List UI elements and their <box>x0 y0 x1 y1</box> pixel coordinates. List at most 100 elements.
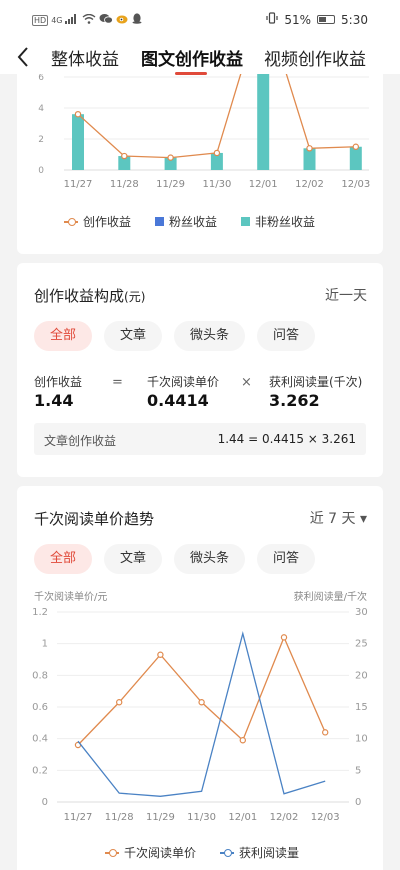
wechat-icon <box>99 13 114 27</box>
point-creation-income <box>352 143 359 150</box>
legend-label: 获利阅读量 <box>239 846 300 860</box>
income-value: 1.44 <box>34 391 74 410</box>
y-tick-label: 6 <box>38 73 44 83</box>
legend-item-price: 千次阅读单价 <box>105 844 196 861</box>
left-y-tick-label: 0.6 <box>32 702 48 713</box>
point-price <box>157 651 164 658</box>
legend-item-fans-income: 粉丝收益 <box>155 213 217 230</box>
x-tick-label: 11/30 <box>202 179 231 190</box>
chip-all[interactable]: 全部 <box>34 544 93 574</box>
back-button[interactable] <box>14 44 34 70</box>
article-income-detail: 文章创作收益 1.44 = 0.4415 × 3.261 <box>34 423 366 455</box>
tab-overall-income[interactable]: 整体收益 <box>51 45 119 70</box>
status-bar: HD 4G 51% 5:30 <box>0 0 400 40</box>
left-y-tick-label: 0.2 <box>32 765 48 776</box>
y-tick-label: 0 <box>38 166 44 176</box>
point-creation-income <box>306 145 313 152</box>
card-title: 创作收益构成(元) <box>34 285 145 306</box>
right-y-tick-label: 25 <box>355 639 368 650</box>
right-y-tick-label: 20 <box>355 670 368 681</box>
price-trend-card: 千次阅读单价趋势 近 7 天 ▾ 全部 文章 微头条 问答 千次阅读单价/元 获… <box>17 486 383 870</box>
price-chart-legend: 千次阅读单价 获利阅读量 <box>105 844 299 861</box>
legend-label: 粉丝收益 <box>169 215 218 229</box>
line-creation-income <box>77 70 356 159</box>
status-right: 51% 5:30 <box>266 12 368 27</box>
legend-item-creation-income: 创作收益 <box>64 213 131 230</box>
active-tab-indicator <box>175 72 207 75</box>
card-title-text: 创作收益构成 <box>34 287 125 305</box>
x-tick-label: 11/28 <box>110 179 139 190</box>
x-tick-label: 11/30 <box>187 812 216 823</box>
content-type-filter: 全部 文章 微头条 问答 <box>34 544 316 574</box>
detail-calculation: 1.44 = 0.4415 × 3.261 <box>217 432 356 446</box>
line-marker-icon <box>64 217 78 226</box>
chip-micro-post[interactable]: 微头条 <box>174 544 246 574</box>
y-tick-label: 2 <box>38 135 44 145</box>
qq-icon <box>132 13 142 27</box>
bar-nonfans-income <box>72 114 84 170</box>
x-tick-label: 11/29 <box>146 812 175 823</box>
legend-label: 非粉丝收益 <box>255 215 316 229</box>
legend-label: 千次阅读单价 <box>124 846 197 860</box>
income-formula: 创作收益 1.44 = 千次阅读单价 0.4414 × 获利阅读量(千次) 3.… <box>34 373 374 413</box>
wifi-icon <box>82 13 96 27</box>
reads-label: 获利阅读量(千次) <box>269 375 363 389</box>
vibrate-icon <box>266 12 278 27</box>
chip-article[interactable]: 文章 <box>104 321 163 351</box>
equals-sign: = <box>112 375 123 390</box>
right-y-tick-label: 5 <box>355 765 361 776</box>
chart-plot-group: 0 2 4 6 <box>38 70 369 176</box>
detail-label: 文章创作收益 <box>44 434 117 448</box>
tab-video-income[interactable]: 视频创作收益 <box>264 45 366 70</box>
left-y-tick-label: 0 <box>42 797 48 808</box>
x-tick-label: 12/03 <box>341 179 370 190</box>
point-creation-income <box>121 152 128 160</box>
price-value: 0.4414 <box>147 391 209 410</box>
right-y-tick-label: 30 <box>355 607 368 618</box>
weibo-icon <box>116 13 129 27</box>
chip-qa[interactable]: 问答 <box>257 544 316 574</box>
bar-nonfans-income <box>349 146 362 170</box>
battery-icon <box>317 15 336 24</box>
hd-icon: HD <box>32 14 49 26</box>
square-marker-icon <box>155 217 165 226</box>
left-y-tick-label: 1.2 <box>32 607 48 618</box>
y-tick-label: 4 <box>38 104 44 114</box>
left-axis-label: 千次阅读单价/元 <box>34 592 108 603</box>
chip-qa[interactable]: 问答 <box>257 321 316 351</box>
left-y-tick-label: 1 <box>42 639 48 650</box>
bar-nonfans-income <box>303 148 316 170</box>
signal-icon <box>65 13 79 27</box>
reads-value: 3.262 <box>269 391 320 410</box>
chip-all[interactable]: 全部 <box>34 321 93 351</box>
line-reads <box>77 630 326 797</box>
line-marker-icon <box>220 848 235 857</box>
legend-label: 创作收益 <box>83 215 132 229</box>
point-price <box>322 729 329 736</box>
point-price <box>115 699 123 706</box>
period-label: 近一天 <box>325 288 367 304</box>
x-tick-label: 12/01 <box>228 812 257 823</box>
x-tick-label: 12/02 <box>295 179 324 190</box>
card-title: 千次阅读单价趋势 <box>34 510 155 528</box>
left-y-tick-label: 0.8 <box>32 670 48 681</box>
chip-article[interactable]: 文章 <box>104 544 163 574</box>
card-title-unit: (元) <box>124 290 146 304</box>
chip-micro-post[interactable]: 微头条 <box>174 321 246 351</box>
income-label: 创作收益 <box>34 375 83 389</box>
point-creation-income <box>213 149 221 157</box>
status-icons: HD 4G <box>32 13 142 27</box>
legend-item-reads: 获利阅读量 <box>220 844 299 861</box>
period-dropdown[interactable]: 近 7 天 ▾ <box>310 508 367 528</box>
income-trend-card: 0 2 4 6 11/27 11/28 11/29 11/30 12/01 12/02 12/03 … <box>17 70 383 254</box>
right-y-tick-label: 15 <box>355 702 368 713</box>
right-y-tick-label: 0 <box>355 797 361 808</box>
line-marker-icon <box>105 848 119 857</box>
price-trend-chart: 0 0.2 0.4 0.6 0.8 1 1.2 0 5 10 15 20 25 30 11/27 11/28 1… <box>32 607 368 823</box>
legend-item-nonfans-income: 非粉丝收益 <box>241 213 315 230</box>
square-marker-icon <box>241 217 251 226</box>
line-price <box>77 635 326 746</box>
right-y-tick-label: 10 <box>355 734 368 745</box>
tab-article-income[interactable]: 图文创作收益 <box>141 45 243 70</box>
network-4g-icon: 4G <box>51 15 63 25</box>
